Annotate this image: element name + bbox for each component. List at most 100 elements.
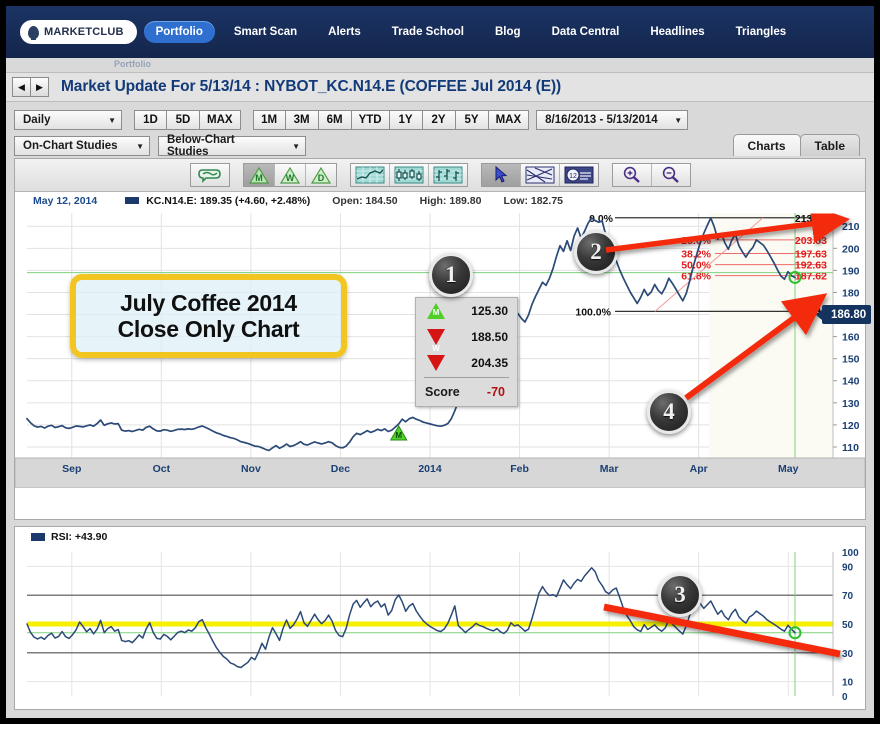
marketclub-logo[interactable]: MARKETCLUB xyxy=(20,20,137,44)
range-button-5y[interactable]: 5Y xyxy=(456,110,489,130)
annotation-marker-1: 1 xyxy=(429,253,473,297)
score-value: -70 xyxy=(487,385,505,399)
svg-text:0: 0 xyxy=(842,692,848,703)
zoom-out-icon[interactable] xyxy=(651,164,690,186)
svg-text:100: 100 xyxy=(842,548,859,559)
next-chart-button[interactable]: ▶ xyxy=(31,77,49,97)
rsi-color-swatch xyxy=(31,533,45,541)
on-chart-studies-label: On-Chart Studies xyxy=(23,140,118,152)
chevron-down-icon: ▼ xyxy=(674,116,682,125)
range-button-1d[interactable]: 1D xyxy=(134,110,167,130)
chart-callout-box: July Coffee 2014 Close Only Chart xyxy=(70,274,347,358)
range-button-1y[interactable]: 1Y xyxy=(390,110,423,130)
candlestick-chart-icon[interactable] xyxy=(389,164,428,186)
zoom-in-icon[interactable] xyxy=(613,164,651,186)
nav-item-alerts[interactable]: Alerts xyxy=(316,21,373,43)
range-button-5d[interactable]: 5D xyxy=(167,110,200,130)
callout-line-1: July Coffee 2014 xyxy=(120,290,297,316)
svg-text:210: 210 xyxy=(842,221,860,233)
page-title: Market Update For 5/13/14 : NYBOT_KC.N14… xyxy=(61,78,561,96)
date-range-value: 8/16/2013 - 5/13/2014 xyxy=(545,114,658,126)
red-down-triangle-icon: W xyxy=(427,329,445,345)
toolbar-group-triangles: M W D xyxy=(243,163,337,187)
score-row-value-weekly: 188.50 xyxy=(471,330,508,344)
pointer-icon[interactable] xyxy=(482,164,520,186)
rsi-plot[interactable]: 01030507090100 xyxy=(15,546,865,709)
svg-text:70: 70 xyxy=(842,591,854,602)
svg-text:Dec: Dec xyxy=(331,463,350,475)
svg-text:120: 120 xyxy=(842,420,860,432)
nav-item-data-central[interactable]: Data Central xyxy=(540,21,632,43)
quote-date: May 12, 2014 xyxy=(33,195,97,207)
range-button-max-daily[interactable]: MAX xyxy=(489,110,530,130)
svg-text:200: 200 xyxy=(842,243,860,255)
tab-table[interactable]: Table xyxy=(800,134,860,156)
score-row-daily: 204.35 xyxy=(416,350,517,376)
toolbar-group-tools: 12 xyxy=(481,163,599,187)
below-chart-studies-label: Below-Chart Studies xyxy=(167,134,278,158)
quick-range-group-daily: 1M 3M 6M YTD 1Y 2Y 5Y MAX xyxy=(253,110,530,130)
svg-text:130: 130 xyxy=(842,398,860,410)
chevron-down-icon: ▼ xyxy=(292,142,300,151)
rsi-value-label: RSI: +43.90 xyxy=(51,531,107,543)
previous-chart-button[interactable]: ◀ xyxy=(12,77,31,97)
chart-titlebar: ◀ ▶ Market Update For 5/13/14 : NYBOT_KC… xyxy=(6,72,874,102)
background-tab-label: Portfolio xyxy=(114,59,151,69)
line-chart-icon[interactable] xyxy=(351,164,389,186)
interval-value: Daily xyxy=(23,114,51,126)
quote-low: Low: 182.75 xyxy=(503,195,563,207)
svg-text:140: 140 xyxy=(842,376,860,388)
chart-toolbar: M W D xyxy=(15,159,865,192)
controls-row-studies: On-Chart Studies ▼ Below-Chart Studies ▼ xyxy=(14,136,306,156)
current-price-tag: 186.80 xyxy=(822,305,871,324)
trendline-icon[interactable] xyxy=(520,164,559,186)
toolbar-group-chat xyxy=(190,163,230,187)
tab-charts[interactable]: Charts xyxy=(733,134,801,156)
toolbar-group-zoom xyxy=(612,163,691,187)
top-navbar: MARKETCLUB Portfolio Smart Scan Alerts T… xyxy=(6,6,874,58)
rsi-panel: RSI: +43.90 01030507090100 xyxy=(14,526,866,710)
svg-text:D: D xyxy=(317,173,324,183)
range-button-3m[interactable]: 3M xyxy=(286,110,319,130)
nav-item-trade-school[interactable]: Trade School xyxy=(380,21,476,43)
range-button-2y[interactable]: 2Y xyxy=(423,110,456,130)
range-button-ytd[interactable]: YTD xyxy=(352,110,390,130)
score-row-value-monthly: 125.30 xyxy=(471,304,508,318)
date-range-dropdown[interactable]: 8/16/2013 - 5/13/2014 ▼ xyxy=(536,110,688,130)
nav-item-blog[interactable]: Blog xyxy=(483,21,533,43)
annotation-marker-2: 2 xyxy=(574,230,618,274)
chevron-down-icon: ▼ xyxy=(136,142,144,151)
svg-text:100.0%: 100.0% xyxy=(575,306,611,318)
svg-text:110: 110 xyxy=(842,442,859,454)
interval-dropdown[interactable]: Daily ▼ xyxy=(14,110,122,130)
svg-text:M: M xyxy=(395,431,402,440)
monthly-triangle-icon[interactable]: M xyxy=(244,164,274,186)
svg-text:Oct: Oct xyxy=(153,463,171,475)
rsi-chart-svg: 01030507090100 xyxy=(15,546,865,709)
svg-text:W: W xyxy=(285,173,294,183)
svg-text:Feb: Feb xyxy=(510,463,529,475)
svg-text:10: 10 xyxy=(842,678,854,689)
nav-item-smart-scan[interactable]: Smart Scan xyxy=(222,21,309,43)
svg-text:Apr: Apr xyxy=(690,463,708,475)
red-down-triangle-icon xyxy=(427,355,445,371)
svg-text:203.83: 203.83 xyxy=(795,235,827,247)
quote-open: Open: 184.50 xyxy=(332,195,397,207)
cloud-chat-icon[interactable] xyxy=(191,164,229,186)
nav-item-portfolio[interactable]: Portfolio xyxy=(144,21,215,43)
weekly-triangle-icon[interactable]: W xyxy=(274,164,305,186)
bar-chart-icon[interactable] xyxy=(428,164,467,186)
range-button-1m[interactable]: 1M xyxy=(253,110,286,130)
chevron-down-icon: ▼ xyxy=(108,116,116,125)
range-button-max-intraday[interactable]: MAX xyxy=(200,110,241,130)
range-button-6m[interactable]: 6M xyxy=(319,110,352,130)
nav-item-headlines[interactable]: Headlines xyxy=(638,21,716,43)
daily-triangle-icon[interactable]: D xyxy=(305,164,336,186)
on-chart-studies-dropdown[interactable]: On-Chart Studies ▼ xyxy=(14,136,150,156)
score-row-letter-m: M xyxy=(431,308,441,317)
quick-range-group-intraday: 1D 5D MAX xyxy=(134,110,241,130)
below-chart-studies-dropdown[interactable]: Below-Chart Studies ▼ xyxy=(158,136,306,156)
score-row-weekly: W 188.50 xyxy=(416,324,517,350)
annotation-icon[interactable]: 12 xyxy=(559,164,598,186)
nav-item-triangles[interactable]: Triangles xyxy=(724,21,799,43)
